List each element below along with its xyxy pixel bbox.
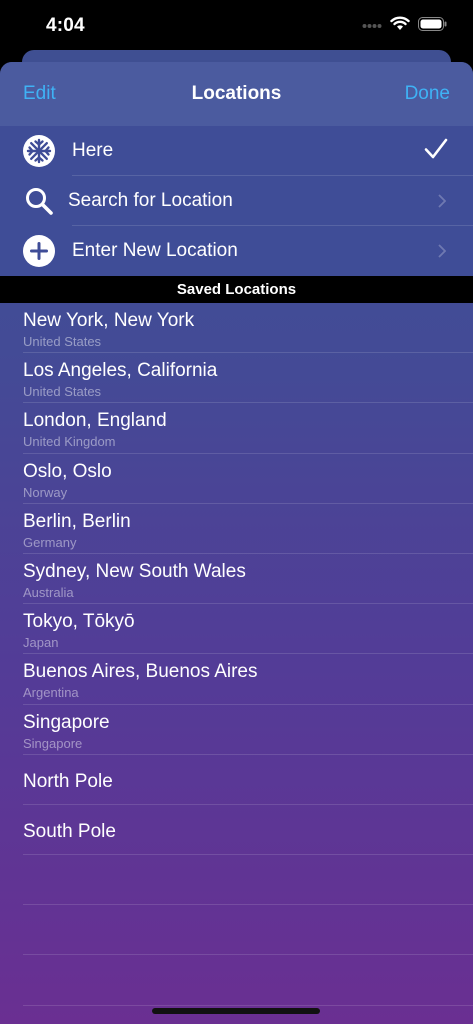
list-item[interactable]: New York, New York United States <box>0 303 473 354</box>
location-country: Norway <box>23 484 68 500</box>
location-name: Oslo, Oslo <box>23 460 112 482</box>
list-item[interactable]: Berlin, Berlin Germany <box>0 504 473 554</box>
list-item[interactable]: London, England United Kingdom <box>0 403 473 454</box>
location-country: Singapore <box>23 735 83 751</box>
section-header: Saved Locations <box>0 276 473 303</box>
list-item[interactable]: Singapore Singapore <box>0 705 473 755</box>
menu-item-label: Search for Location <box>68 190 233 211</box>
location-country: Germany <box>23 534 77 550</box>
wifi-icon <box>390 16 410 30</box>
list-item[interactable]: Tokyo, Tōkyō Japan <box>0 604 473 655</box>
location-country: United Kingdom <box>23 434 116 450</box>
location-country: Argentina <box>23 685 79 701</box>
status-time: 4:04 <box>46 15 85 36</box>
location-country: United States <box>23 384 102 400</box>
menu-item-search[interactable]: Search for Location <box>0 176 473 226</box>
signal-icon <box>362 23 382 28</box>
location-name: London, England <box>23 410 167 432</box>
location-name: South Pole <box>23 820 116 842</box>
list-item[interactable]: Sydney, New South Wales Australia <box>0 554 473 605</box>
status-bar: 4:04 <box>0 0 473 52</box>
home-indicator[interactable] <box>152 1008 320 1014</box>
nav-bar: Edit Locations Done <box>0 62 473 126</box>
location-country: United States <box>23 334 102 349</box>
divider <box>23 1004 473 1006</box>
snowflake-icon <box>23 135 55 167</box>
list-item[interactable]: Oslo, Oslo Norway <box>0 454 473 504</box>
location-name: Singapore <box>23 711 110 733</box>
saved-locations-list: New York, New York United States Los Ang… <box>0 303 473 1006</box>
location-country: Australia <box>23 584 74 600</box>
checkmark-icon <box>424 138 448 159</box>
page-title: Locations <box>191 83 282 104</box>
chevron-right-icon <box>438 194 446 208</box>
list-item[interactable]: North Pole <box>0 755 473 805</box>
location-name: Tokyo, Tōkyō <box>23 611 135 633</box>
location-name: Berlin, Berlin <box>23 510 131 532</box>
status-icons <box>362 16 447 31</box>
menu-item-here[interactable]: Here <box>0 126 473 176</box>
list-item[interactable]: Buenos Aires, Buenos Aires Argentina <box>0 654 473 705</box>
location-name: Buenos Aires, Buenos Aires <box>23 661 258 683</box>
list-item[interactable]: Los Angeles, California United States <box>0 353 473 404</box>
empty-row <box>0 855 473 906</box>
location-menu: Here Search for Location Enter New Locat… <box>0 126 473 276</box>
menu-item-enter-new[interactable]: Enter New Location <box>0 226 473 276</box>
plus-circle-icon <box>23 235 55 267</box>
battery-icon <box>418 16 447 31</box>
menu-item-label: Here <box>72 140 114 161</box>
location-country: Japan <box>23 635 59 651</box>
location-name: North Pole <box>23 770 113 792</box>
empty-row <box>0 905 473 956</box>
location-name: Los Angeles, California <box>23 360 218 382</box>
empty-row <box>0 955 473 1006</box>
done-button[interactable]: Done <box>405 83 450 105</box>
menu-item-label: Enter New Location <box>72 240 238 261</box>
location-name: Sydney, New South Wales <box>23 560 246 582</box>
search-icon <box>23 185 55 217</box>
location-name: New York, New York <box>23 310 195 331</box>
list-item[interactable]: South Pole <box>0 805 473 856</box>
chevron-right-icon <box>438 244 446 258</box>
locations-sheet: Edit Locations Done Here Search for Loca… <box>0 62 473 1024</box>
